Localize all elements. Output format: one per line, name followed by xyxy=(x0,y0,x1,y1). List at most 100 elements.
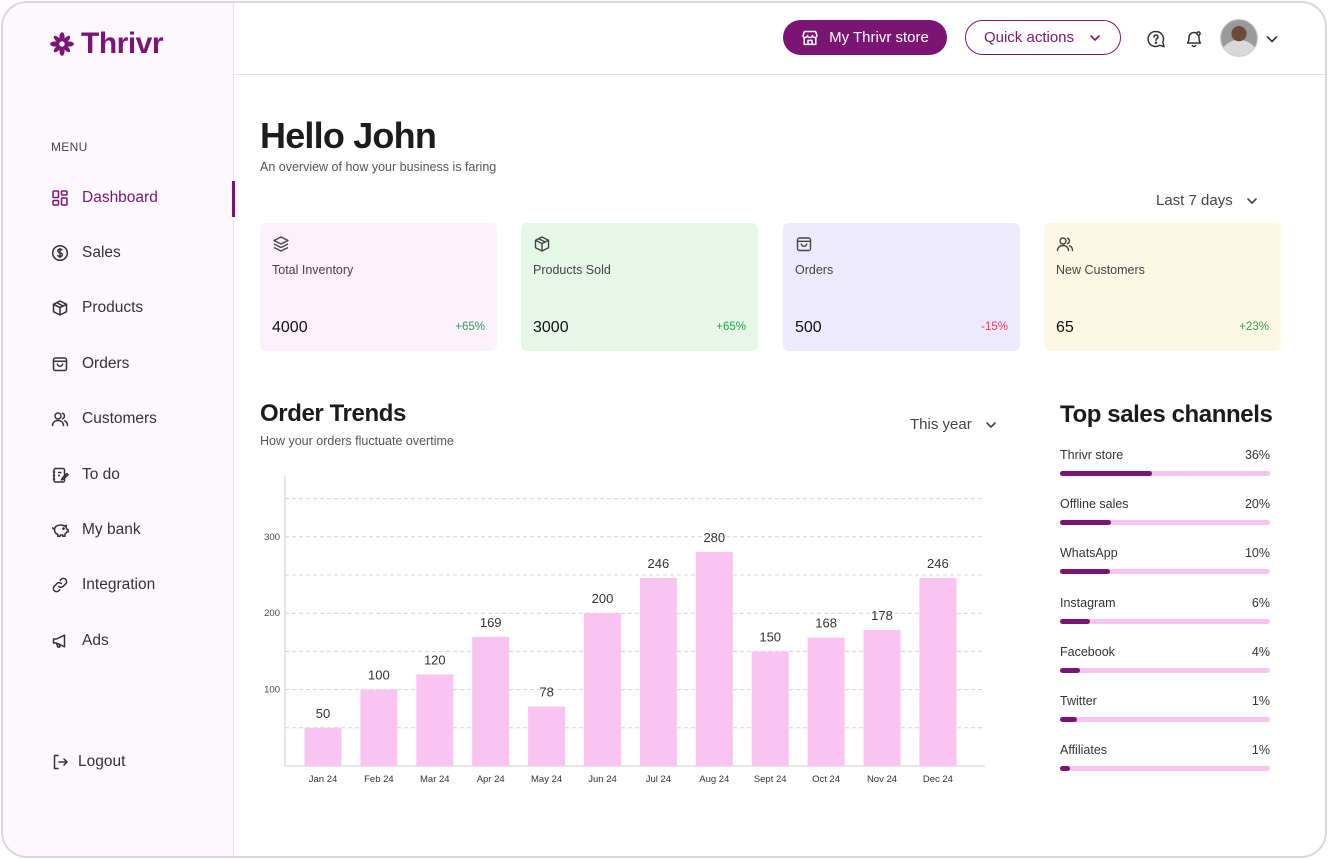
stat-card-products-sold[interactable]: Products Sold 3000 +65% xyxy=(521,223,758,351)
channel-progress-track xyxy=(1060,569,1270,575)
x-tick-label: Aug 24 xyxy=(699,774,729,785)
sidebar-item-ads[interactable]: Ads xyxy=(3,613,234,668)
channel-progress-fill xyxy=(1060,520,1111,526)
store-icon xyxy=(802,30,818,45)
stat-change: +65% xyxy=(455,321,485,333)
sidebar-item-customers[interactable]: Customers xyxy=(3,392,234,447)
channel-progress-track xyxy=(1060,471,1270,476)
sales-channel-row: Twitter 1% xyxy=(1060,694,1270,743)
chart-bar[interactable] xyxy=(639,578,677,766)
chevron-down-icon[interactable] xyxy=(1264,31,1280,47)
menu-label: MENU xyxy=(51,140,88,154)
top-header: My Thrivr store Quick actions xyxy=(234,3,1325,75)
stat-card-orders[interactable]: Orders 500 -15% xyxy=(783,223,1020,351)
stat-card-new-customers[interactable]: New Customers 65 +23% xyxy=(1044,223,1281,351)
trends-period-label: This year xyxy=(910,416,972,433)
sidebar-item-products[interactable]: Products xyxy=(3,281,234,336)
sidebar-item-label: Orders xyxy=(82,354,130,372)
sidebar-item-my-bank[interactable]: My bank xyxy=(3,502,234,557)
trends-period-dropdown[interactable]: This year xyxy=(910,416,998,433)
channel-progress-track xyxy=(1060,716,1270,722)
order-trends-title: Order Trends xyxy=(260,400,406,427)
dashboard-icon xyxy=(51,189,69,207)
bar-value-label: 200 xyxy=(592,591,614,606)
sidebar-item-integration[interactable]: Integration xyxy=(3,558,234,613)
x-tick-label: Jul 24 xyxy=(646,774,671,785)
chevron-down-icon xyxy=(985,421,996,428)
chart-bar[interactable] xyxy=(919,578,957,766)
chart-bar[interactable] xyxy=(472,636,510,766)
sidebar-item-todo[interactable]: To do xyxy=(3,447,234,502)
chevron-down-icon xyxy=(1246,197,1257,204)
chart-bar[interactable] xyxy=(863,630,901,766)
chart-bar[interactable] xyxy=(695,552,733,766)
flower-logo-icon xyxy=(50,32,74,56)
piggy-bank-icon xyxy=(51,521,69,539)
sidebar-item-label: Integration xyxy=(82,576,156,594)
logo[interactable]: Thrivr xyxy=(49,27,164,61)
bar-value-label: 246 xyxy=(927,556,949,571)
logout-icon xyxy=(53,754,68,770)
bar-value-label: 168 xyxy=(815,616,837,631)
stat-label: Total Inventory xyxy=(272,263,354,277)
chart-bar[interactable] xyxy=(528,706,566,766)
sidebar-item-label: My bank xyxy=(82,521,141,539)
stat-change: +65% xyxy=(716,321,746,333)
chart-bar[interactable] xyxy=(751,651,789,766)
channel-percent: 6% xyxy=(1251,595,1270,610)
page-subtitle: An overview of how your business is fari… xyxy=(260,160,497,174)
users-icon xyxy=(51,410,69,428)
y-tick-label: 200 xyxy=(264,608,280,619)
stat-value: 3000 xyxy=(533,319,569,336)
quick-actions-dropdown[interactable]: Quick actions xyxy=(965,20,1121,55)
my-store-button[interactable]: My Thrivr store xyxy=(783,20,947,55)
channel-name: Affiliates xyxy=(1060,743,1108,758)
sidebar-item-sales[interactable]: Sales xyxy=(3,225,234,280)
chart-bar[interactable] xyxy=(416,674,454,766)
megaphone-icon xyxy=(51,632,69,650)
chevron-down-icon xyxy=(1090,34,1100,41)
sidebar: Thrivr MENU Dashboard Sales Products Ord… xyxy=(3,3,235,856)
notepad-icon xyxy=(51,466,69,484)
box-icon xyxy=(534,236,550,252)
channel-name: Twitter xyxy=(1060,693,1097,708)
sidebar-item-orders[interactable]: Orders xyxy=(3,336,234,391)
stat-card-total-inventory[interactable]: Total Inventory 4000 +65% xyxy=(260,223,497,351)
chart-bar[interactable] xyxy=(360,689,398,766)
bar-value-label: 246 xyxy=(648,556,670,571)
channel-progress-track xyxy=(1060,618,1270,624)
sidebar-item-label: Sales xyxy=(82,244,121,262)
channel-progress-track xyxy=(1060,520,1270,526)
sidebar-item-dashboard[interactable]: Dashboard xyxy=(3,170,235,225)
channel-name: Offline sales xyxy=(1060,497,1129,512)
chart-bar[interactable] xyxy=(584,613,621,766)
sales-channel-row: WhatsApp 10% xyxy=(1060,546,1270,595)
user-avatar[interactable] xyxy=(1220,19,1258,57)
channel-percent: 36% xyxy=(1244,448,1270,462)
top-sales-channels-title: Top sales channels xyxy=(1060,401,1273,428)
chart-bar[interactable] xyxy=(304,727,342,766)
x-tick-label: Sept 24 xyxy=(754,774,787,785)
quick-actions-label: Quick actions xyxy=(983,29,1075,46)
sidebar-item-label: Ads xyxy=(82,631,109,649)
stat-value: 4000 xyxy=(272,319,308,336)
chart-bar[interactable] xyxy=(807,637,845,766)
channel-progress-fill xyxy=(1060,766,1070,772)
help-chat-icon[interactable] xyxy=(1146,29,1166,49)
channel-progress-track xyxy=(1060,667,1270,673)
channel-name: Facebook xyxy=(1060,644,1115,659)
logout-label: Logout xyxy=(78,753,126,770)
sidebar-nav: Dashboard Sales Products Orders Customer… xyxy=(3,170,235,669)
sidebar-item-label: Customers xyxy=(82,410,157,428)
sidebar-item-label: To do xyxy=(82,465,120,483)
channel-progress-fill xyxy=(1060,618,1090,624)
channel-name: Thrivr store xyxy=(1060,448,1124,462)
sales-channel-row: Offline sales 20% xyxy=(1060,497,1270,546)
logout-button[interactable]: Logout xyxy=(51,753,125,771)
notification-bell-icon[interactable] xyxy=(1184,29,1204,49)
period-dropdown[interactable]: Last 7 days xyxy=(1156,192,1259,209)
channel-progress-fill xyxy=(1060,667,1080,673)
channel-percent: 1% xyxy=(1251,743,1270,758)
brand-name: Thrivr xyxy=(81,27,164,60)
bar-value-label: 169 xyxy=(480,615,502,630)
